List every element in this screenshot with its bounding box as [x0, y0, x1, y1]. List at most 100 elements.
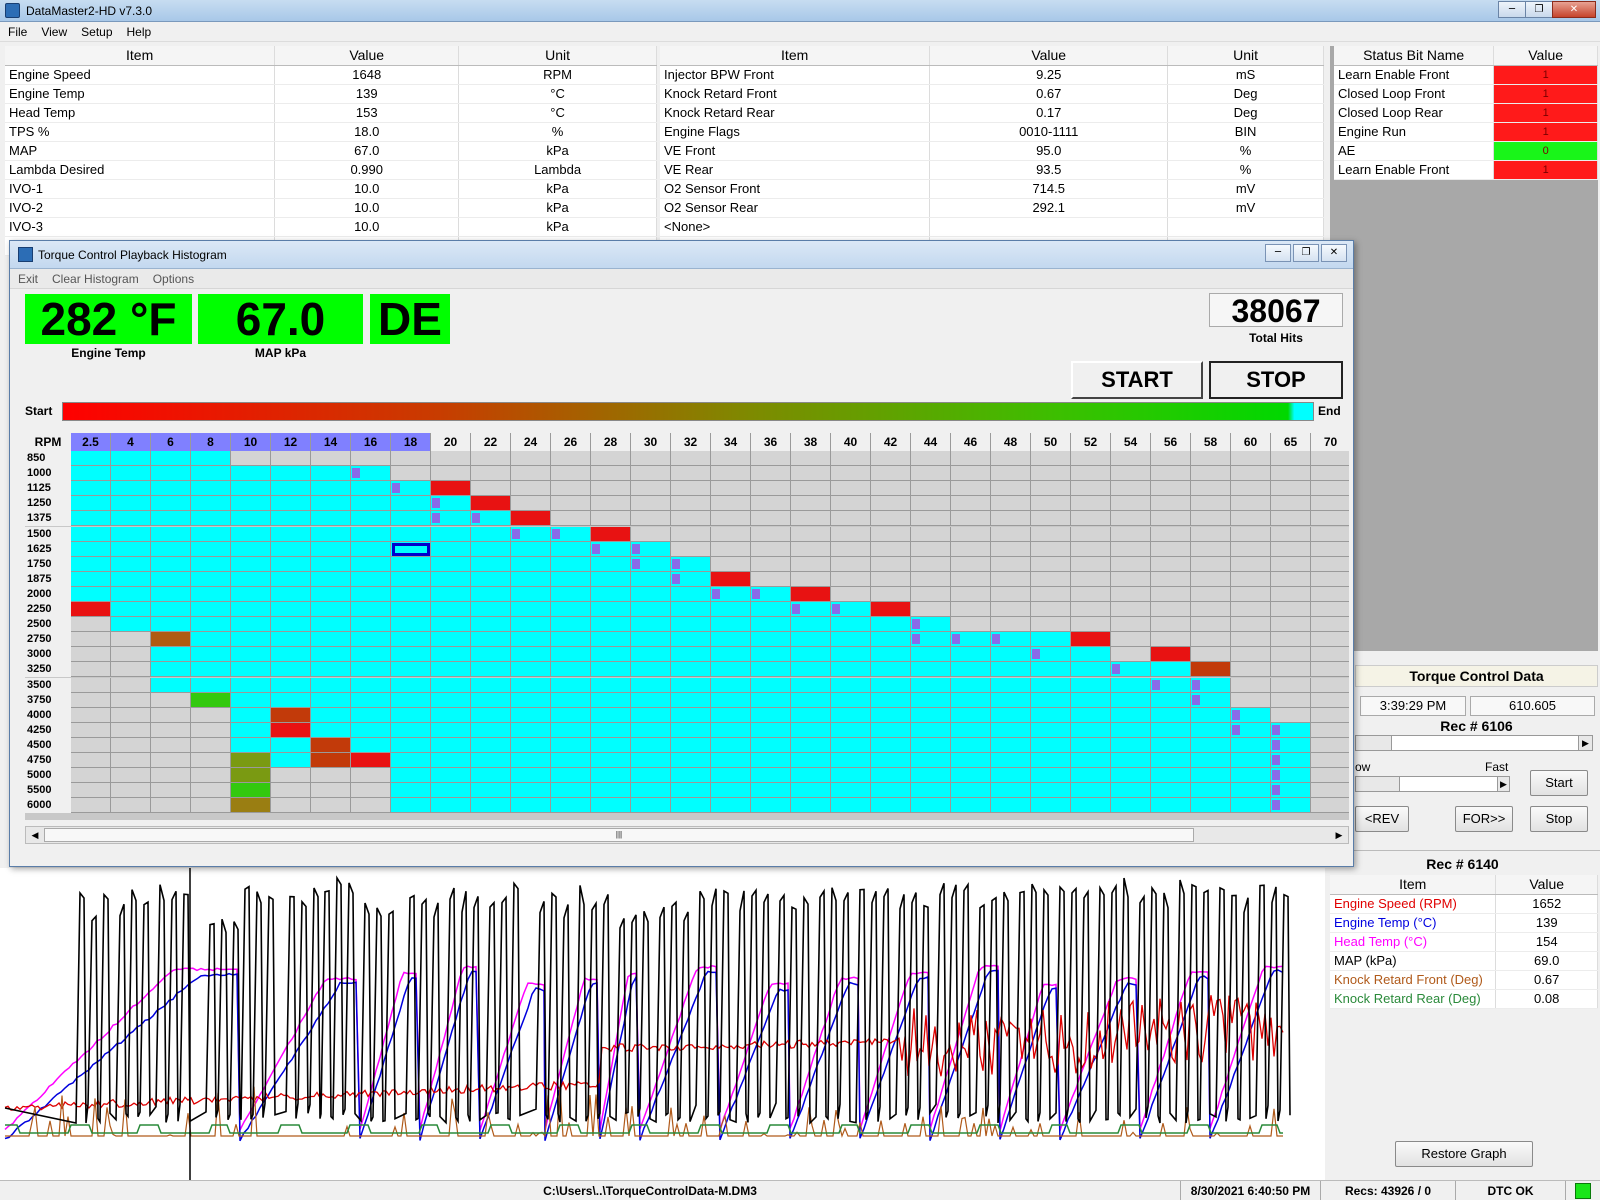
- for-button[interactable]: FOR>>: [1455, 806, 1513, 832]
- table-row[interactable]: IVO-3 10.0 kPa: [5, 217, 657, 237]
- histogram-cell: [191, 451, 231, 467]
- speed-slider[interactable]: ▶: [1355, 776, 1510, 792]
- histogram-start-button[interactable]: START: [1071, 361, 1203, 399]
- histogram-cell: [1271, 737, 1311, 753]
- record-scroll-thumb[interactable]: [1356, 736, 1392, 750]
- col-item[interactable]: Item: [660, 46, 931, 66]
- histogram-cell: [231, 753, 271, 769]
- menu-options[interactable]: Options: [145, 269, 200, 286]
- table-row[interactable]: Engine Speed 1648 RPM: [5, 65, 657, 85]
- scroll-left-arrow-icon[interactable]: ◀: [28, 827, 42, 843]
- histogram-cell: [991, 692, 1031, 708]
- menu-clear-histogram[interactable]: Clear Histogram: [44, 269, 145, 286]
- legend-row[interactable]: Knock Retard Rear (Deg) 0.08: [1330, 989, 1598, 1009]
- table-row[interactable]: Lambda Desired 0.990 Lambda: [5, 160, 657, 180]
- table-row[interactable]: IVO-1 10.0 kPa: [5, 179, 657, 199]
- status-bit-row[interactable]: Closed Loop Front 1: [1334, 84, 1598, 104]
- table-row[interactable]: IVO-2 10.0 kPa: [5, 198, 657, 218]
- histogram-minimize-button[interactable]: ─: [1265, 244, 1291, 262]
- legend-row[interactable]: Head Temp (°C) 154: [1330, 932, 1598, 952]
- table-row[interactable]: Engine Flags 0010-1111 BIN: [660, 122, 1324, 142]
- table-row[interactable]: Knock Retard Rear 0.17 Deg: [660, 103, 1324, 123]
- menu-exit[interactable]: Exit: [10, 269, 44, 286]
- menu-file[interactable]: File: [0, 22, 33, 39]
- histogram-cell: [351, 451, 391, 467]
- histogram-close-button[interactable]: ✕: [1321, 244, 1347, 262]
- menu-help[interactable]: Help: [119, 22, 158, 39]
- histogram-cell: [1031, 632, 1071, 648]
- status-bit-row[interactable]: Learn Enable Front 1: [1334, 160, 1598, 180]
- histogram-maximize-button[interactable]: ❐: [1293, 244, 1319, 262]
- hit-marker: [632, 543, 640, 554]
- legend-row[interactable]: Engine Temp (°C) 139: [1330, 913, 1598, 933]
- histogram-cell: [191, 783, 231, 799]
- col-value[interactable]: Value: [274, 46, 460, 66]
- trace-graph[interactable]: [0, 868, 1325, 1180]
- table-row[interactable]: VE Rear 93.5%: [660, 160, 1324, 180]
- histogram-cell: [1191, 602, 1231, 618]
- histogram-cell: [751, 526, 791, 542]
- status-bit-row[interactable]: Engine Run 1: [1334, 122, 1598, 142]
- menu-view[interactable]: View: [33, 22, 73, 39]
- histogram-cell: [1271, 632, 1311, 648]
- close-button[interactable]: ✕: [1552, 1, 1596, 18]
- histogram-cell: [1311, 662, 1349, 678]
- col-legend-item[interactable]: Item: [1330, 875, 1497, 895]
- hit-marker: [632, 558, 640, 569]
- table-row[interactable]: MAP 67.0 kPa: [5, 141, 657, 161]
- start-button[interactable]: Start: [1530, 770, 1588, 796]
- histogram-cell: [511, 571, 551, 587]
- maximize-button[interactable]: ❐: [1525, 1, 1553, 18]
- col-value[interactable]: Value: [929, 46, 1169, 66]
- status-bit-row[interactable]: Closed Loop Rear 1: [1334, 103, 1598, 123]
- legend-row[interactable]: MAP (kPa) 69.0: [1330, 951, 1598, 971]
- histogram-cell: [831, 571, 871, 587]
- histogram-cell: [791, 556, 831, 572]
- histogram-cell: [431, 707, 471, 723]
- table-row[interactable]: Head Temp 153 °C: [5, 103, 657, 123]
- table-row[interactable]: <None>: [660, 217, 1324, 237]
- col-status-bit-value[interactable]: Value: [1493, 46, 1598, 66]
- histogram-hscrollbar[interactable]: ◀ ||| ▶: [25, 826, 1349, 844]
- speed-slider-thumb[interactable]: [1356, 777, 1400, 791]
- table-row[interactable]: Injector BPW Front 9.25 mS: [660, 65, 1324, 85]
- scroll-right-arrow-icon[interactable]: ▶: [1578, 736, 1592, 750]
- histogram-scroll-thumb[interactable]: |||: [44, 828, 1194, 842]
- stop-button[interactable]: Stop: [1530, 806, 1588, 832]
- histogram-cell: [431, 617, 471, 633]
- rev-button[interactable]: <REV: [1355, 806, 1409, 832]
- restore-graph-button[interactable]: Restore Graph: [1395, 1141, 1533, 1167]
- table-row[interactable]: VE Front 95.0%: [660, 141, 1324, 161]
- rpm-row-header: 3750: [25, 692, 71, 708]
- speed-right-arrow-icon[interactable]: ▶: [1497, 777, 1509, 791]
- table-row[interactable]: TPS % 18.0%: [5, 122, 657, 142]
- legend-row[interactable]: Engine Speed (RPM) 1652: [1330, 894, 1598, 914]
- menu-setup[interactable]: Setup: [73, 22, 118, 39]
- hit-marker: [552, 528, 560, 539]
- histogram-stop-button[interactable]: STOP: [1209, 361, 1343, 399]
- col-unit[interactable]: Unit: [458, 46, 657, 66]
- table-row[interactable]: Engine Temp 139 °C: [5, 84, 657, 104]
- minimize-button[interactable]: ─: [1498, 1, 1526, 18]
- table-row[interactable]: Knock Retard Front 0.67 Deg: [660, 84, 1324, 104]
- histogram-cell: [1311, 602, 1349, 618]
- col-item[interactable]: Item: [5, 46, 276, 66]
- status-file-path: C:\Users\..\TorqueControlData-M.DM3: [543, 1184, 757, 1198]
- histogram-cell: [911, 737, 951, 753]
- histogram-cell: [471, 511, 511, 527]
- histogram-cell: [991, 753, 1031, 769]
- histogram-cell: [1271, 768, 1311, 784]
- histogram-cell: [991, 571, 1031, 587]
- col-status-bit-name[interactable]: Status Bit Name: [1334, 46, 1495, 66]
- table-row[interactable]: O2 Sensor Front 714.5 mV: [660, 179, 1324, 199]
- legend-row[interactable]: Knock Retard Front (Deg) 0.67: [1330, 970, 1598, 990]
- col-legend-value[interactable]: Value: [1495, 875, 1598, 895]
- status-bit-row[interactable]: AE 0: [1334, 141, 1598, 161]
- histogram-cell: [271, 707, 311, 723]
- scroll-right-arrow-icon[interactable]: ▶: [1332, 827, 1346, 843]
- col-unit[interactable]: Unit: [1167, 46, 1324, 66]
- histogram-cell: [1271, 707, 1311, 723]
- record-scrollbar[interactable]: ▶: [1355, 735, 1593, 751]
- status-bit-row[interactable]: Learn Enable Front 1: [1334, 65, 1598, 85]
- table-row[interactable]: O2 Sensor Rear 292.1 mV: [660, 198, 1324, 218]
